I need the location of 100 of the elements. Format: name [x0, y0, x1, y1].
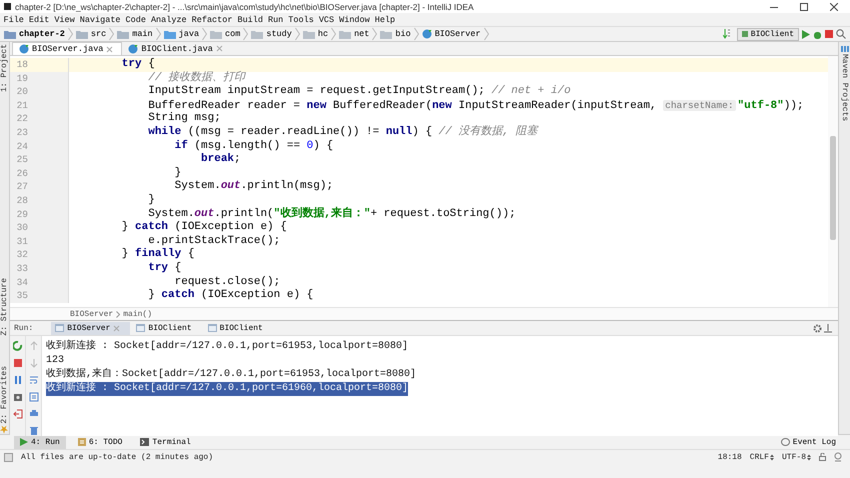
code-line: // 接收数据、打印: [147, 72, 247, 85]
menu-item[interactable]: File: [1, 14, 26, 24]
tool-tab[interactable]: Terminal: [134, 436, 197, 448]
line-separator-selector[interactable]: CRLF: [750, 452, 774, 462]
breadcrumb-item[interactable]: net: [339, 29, 370, 39]
sort-icon[interactable]: [722, 29, 730, 39]
chevron-icon: [331, 27, 336, 41]
tool-window-button[interactable]: Z: Structure: [0, 278, 9, 336]
pin-icon[interactable]: [824, 324, 832, 332]
breadcrumb-item[interactable]: study: [251, 29, 292, 39]
tool-window-button[interactable]: 2: Favorites: [0, 366, 9, 434]
menu-item[interactable]: Build: [234, 14, 266, 24]
run-tab[interactable]: BIOClient: [132, 322, 202, 334]
chevron-icon: [68, 27, 73, 41]
breadcrumb-item[interactable]: hc: [302, 29, 328, 39]
exit-icon[interactable]: [12, 409, 22, 419]
breadcrumb-item[interactable]: main(): [123, 310, 152, 318]
line-number: 28: [10, 194, 69, 208]
wrap-icon[interactable]: [28, 375, 38, 385]
tool-tab[interactable]: 6: TODO: [72, 436, 128, 448]
breadcrumb-item[interactable]: src: [76, 29, 106, 39]
close-icon[interactable]: [830, 2, 838, 10]
line-number: 25: [10, 153, 69, 167]
breadcrumb-item[interactable]: BIOServer: [422, 29, 481, 39]
breadcrumb-item[interactable]: java: [164, 29, 200, 39]
folder-icon: [117, 30, 130, 38]
tool-window-button[interactable]: Maven Projects: [840, 44, 849, 122]
code-line: } catch (IOException e) {: [147, 289, 314, 303]
menu-item[interactable]: Help: [372, 14, 398, 24]
line-number: 27: [10, 180, 69, 194]
menu-item[interactable]: Code: [123, 14, 148, 24]
breadcrumb-item[interactable]: chapter-2: [4, 29, 65, 39]
code-line: while ((msg = reader.readLine()) != null) { // 没有数据, 阻塞: [147, 126, 540, 140]
editor-tab[interactable]: BIOServer.java: [12, 42, 122, 55]
code-line: } catch (IOException e) {: [120, 221, 288, 235]
code-line: } finally {: [120, 248, 196, 262]
line-number: 34: [10, 276, 69, 290]
debug-icon[interactable]: [813, 30, 822, 38]
menu-item[interactable]: VCS: [316, 14, 337, 24]
scrollbar-thumb[interactable]: [830, 136, 836, 240]
up-arrow-icon[interactable]: [28, 341, 38, 351]
print-icon[interactable]: [28, 409, 38, 419]
event-log-button[interactable]: Event Log: [774, 436, 842, 448]
code-line: }: [147, 194, 156, 208]
caret-icon: [770, 454, 774, 460]
breadcrumb-item[interactable]: main: [117, 29, 153, 39]
code-line: e.printStackTrace();: [147, 234, 282, 248]
menu-item[interactable]: Navigate: [77, 14, 124, 24]
class-icon: [422, 29, 432, 39]
lock-icon[interactable]: [819, 453, 826, 461]
run-tab[interactable]: BIOClient: [204, 322, 273, 334]
menu-item[interactable]: View: [52, 14, 78, 24]
scroll-end-icon[interactable]: [28, 392, 38, 402]
menu-item[interactable]: Analyze: [148, 14, 190, 24]
console-line: 收到数据,来自：Socket[addr=/127.0.0.1,port=61953,localport=8080]: [46, 368, 416, 382]
menu-item[interactable]: Edit: [26, 14, 52, 24]
code-line: String msg;: [147, 112, 222, 126]
pause-icon[interactable]: [12, 375, 22, 385]
line-number: 19: [10, 72, 69, 86]
settings-icon[interactable]: [813, 324, 822, 332]
breadcrumb-item[interactable]: BIOServer: [70, 310, 114, 318]
run-tab[interactable]: BIOServer: [51, 322, 130, 334]
search-icon[interactable]: [836, 29, 846, 39]
editor-tab[interactable]: BIOClient.java: [122, 42, 231, 55]
rerun-icon[interactable]: [12, 341, 22, 351]
camera-icon[interactable]: [12, 392, 22, 402]
menu-item[interactable]: Window: [336, 14, 372, 24]
app-icon: [742, 31, 748, 37]
encoding-selector[interactable]: UTF-8: [782, 452, 811, 462]
speech-bubble-icon: [780, 438, 790, 446]
status-message: All files are up-to-date (2 minutes ago): [21, 452, 214, 462]
folder-icon: [76, 30, 88, 38]
cursor-position[interactable]: 18:18: [718, 452, 742, 462]
tool-window-button[interactable]: 1: Project: [0, 44, 9, 92]
console-line: 123: [46, 354, 64, 368]
maximize-icon[interactable]: [800, 2, 808, 10]
chevron-icon: [156, 27, 161, 41]
menu-item[interactable]: Run: [265, 14, 286, 24]
app-icon: [4, 3, 11, 10]
line-number: 23: [10, 126, 69, 140]
run-icon[interactable]: [802, 30, 810, 38]
down-arrow-icon[interactable]: [28, 358, 38, 368]
class-icon: [128, 44, 138, 54]
line-number: 32: [10, 248, 69, 262]
chevron-icon: [243, 27, 248, 41]
tool-tab[interactable]: 4: Run: [14, 436, 66, 448]
breadcrumb-item[interactable]: bio: [380, 29, 411, 39]
chevron-icon: [414, 27, 419, 41]
chevron-icon: [202, 27, 208, 41]
run-config-dropdown[interactable]: BIOClient: [736, 28, 799, 40]
code-line: }: [174, 166, 182, 180]
panel-icon[interactable]: [4, 452, 13, 462]
stop-icon[interactable]: [12, 358, 22, 368]
app-icon: [208, 324, 217, 332]
trash-icon[interactable]: [28, 426, 38, 436]
console-line: 收到新连接 : Socket[addr=/127.0.0.1,port=61953,localport=8080]: [46, 340, 408, 354]
breadcrumb-item[interactable]: com: [210, 29, 240, 39]
menu-item[interactable]: Refactor: [189, 14, 235, 24]
menu-item[interactable]: Tools: [286, 14, 316, 24]
folder-icon: [380, 30, 392, 38]
